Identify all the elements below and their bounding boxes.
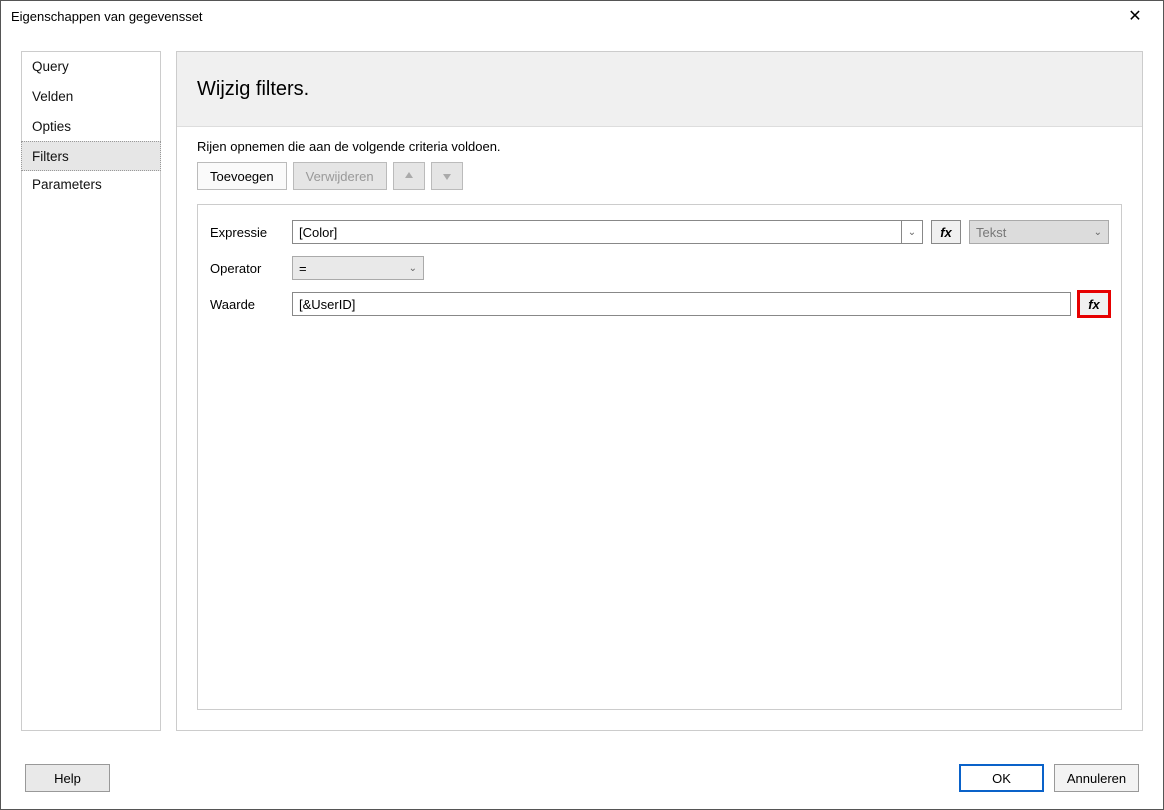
value-fx-button[interactable]: fx: [1079, 292, 1109, 316]
window-title: Eigenschappen van gegevensset: [11, 9, 1115, 24]
chevron-down-icon: ⌄: [908, 227, 916, 238]
expression-input[interactable]: [292, 220, 901, 244]
ok-button[interactable]: OK: [959, 764, 1044, 792]
filter-definition-box: Expressie ⌄ fx Tekst ⌄ Operator: [197, 204, 1122, 710]
sidebar-item-velden[interactable]: Velden: [22, 82, 160, 112]
value-input[interactable]: [292, 292, 1071, 316]
sidebar: Query Velden Opties Filters Parameters: [21, 51, 161, 731]
cancel-button[interactable]: Annuleren: [1054, 764, 1139, 792]
page-heading: Wijzig filters.: [177, 52, 1142, 127]
chevron-down-icon: ⌄: [409, 263, 417, 274]
sidebar-item-parameters[interactable]: Parameters: [22, 170, 160, 200]
operator-label: Operator: [210, 261, 284, 276]
operator-value: =: [299, 261, 307, 276]
fx-icon: fx: [940, 225, 952, 240]
chevron-down-icon: ⌄: [1094, 227, 1102, 238]
filter-toolbar: Toevoegen Verwijderen: [197, 162, 1122, 190]
expression-dropdown-icon[interactable]: ⌄: [901, 220, 923, 244]
dialog-content: Query Velden Opties Filters Parameters W…: [1, 31, 1163, 751]
move-down-icon[interactable]: [431, 162, 463, 190]
expression-fx-button[interactable]: fx: [931, 220, 961, 244]
type-dropdown[interactable]: Tekst ⌄: [969, 220, 1109, 244]
expression-field: ⌄: [292, 220, 923, 244]
move-up-icon[interactable]: [393, 162, 425, 190]
expression-label: Expressie: [210, 225, 284, 240]
operator-row: Operator = ⌄: [210, 253, 1109, 283]
sidebar-item-filters[interactable]: Filters: [21, 141, 161, 171]
type-value: Tekst: [976, 225, 1006, 240]
main-body: Rijen opnemen die aan de volgende criter…: [177, 127, 1142, 730]
main-panel: Wijzig filters. Rijen opnemen die aan de…: [176, 51, 1143, 731]
delete-button[interactable]: Verwijderen: [293, 162, 387, 190]
help-button[interactable]: Help: [25, 764, 110, 792]
dialog-footer: Help OK Annuleren: [1, 751, 1163, 805]
value-row: Waarde fx: [210, 289, 1109, 319]
sidebar-item-opties[interactable]: Opties: [22, 112, 160, 142]
fx-icon: fx: [1088, 297, 1100, 312]
instruction-text: Rijen opnemen die aan de volgende criter…: [197, 139, 1122, 154]
sidebar-item-query[interactable]: Query: [22, 52, 160, 82]
operator-select[interactable]: = ⌄: [292, 256, 424, 280]
title-bar: Eigenschappen van gegevensset ✕: [1, 1, 1163, 31]
add-button[interactable]: Toevoegen: [197, 162, 287, 190]
expression-row: Expressie ⌄ fx Tekst ⌄: [210, 217, 1109, 247]
value-label: Waarde: [210, 297, 284, 312]
close-icon[interactable]: ✕: [1115, 2, 1155, 30]
